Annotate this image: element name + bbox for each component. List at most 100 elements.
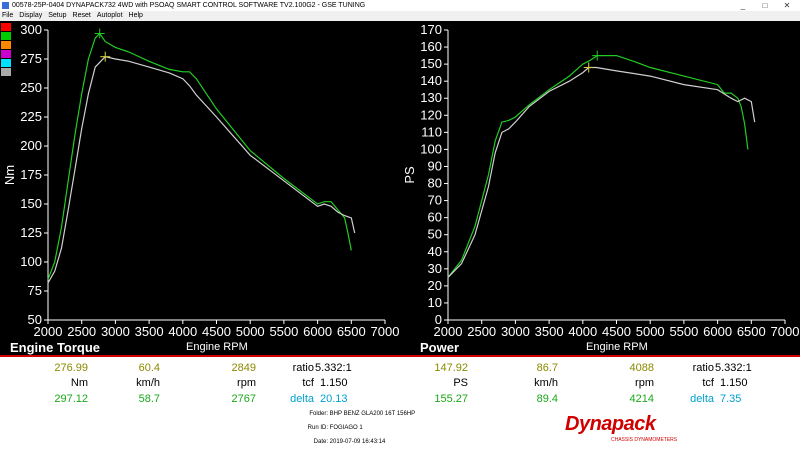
x-tick-label: 3500	[135, 324, 164, 339]
x-tick-label: 5500	[269, 324, 298, 339]
x-tick-label: 4500	[202, 324, 231, 339]
torque-tcf-value: 1.150	[320, 377, 348, 389]
x-tick-label: 3000	[101, 324, 130, 339]
date-row: Date: 2019-07-09 16:43:14	[252, 439, 386, 445]
power-panel-label: Power	[420, 340, 460, 355]
torque-speed: 60.4	[138, 362, 160, 374]
x-tick-label: 6500	[737, 324, 766, 339]
x-tick-label: 3000	[501, 324, 530, 339]
torque-ratio-value: 5.332:1	[315, 362, 352, 374]
y-tick-label: 30	[428, 261, 442, 276]
torque-tcf-label: tcf	[302, 377, 314, 389]
y-tick-label: 200	[20, 138, 42, 153]
y-tick-label: 75	[28, 283, 42, 298]
y-tick-label: 40	[428, 244, 442, 259]
torque-peak-speed: 58.7	[138, 393, 160, 405]
power-peak-speed: 89.4	[536, 393, 558, 405]
folder-row: Folder: BHP BENZ GLA200 16T 156HP	[252, 411, 415, 417]
minimize-button[interactable]: _	[732, 0, 754, 11]
power-chart-svg: 0102030405060708090100110120130140150160…	[402, 22, 800, 339]
y-tick-label: 100	[420, 141, 442, 156]
torque-unit: Nm	[70, 377, 88, 389]
x-tick-label: 4000	[568, 324, 597, 339]
x-tick-label: 7000	[771, 324, 800, 339]
torque-xlabel: Engine RPM	[186, 341, 248, 353]
power-peak-rpm: 4214	[629, 393, 654, 405]
x-tick-label: 2000	[34, 324, 63, 339]
y-axis-label: Nm	[2, 165, 17, 185]
run-value: FOGIAGO 1	[329, 425, 363, 431]
y-tick-label: 60	[428, 210, 442, 225]
y-tick-label: 300	[20, 22, 42, 37]
torque-ratio-label: ratio	[292, 362, 314, 374]
x-tick-label: 3500	[535, 324, 564, 339]
x-tick-label: 6000	[703, 324, 732, 339]
run-label: Run ID:	[307, 425, 328, 431]
y-tick-label: 10	[428, 295, 442, 310]
torque-rpm: 2849	[231, 362, 256, 374]
y-tick-label: 120	[420, 107, 442, 122]
y-tick-label: 80	[428, 176, 442, 191]
power-tcf-value: 1.150	[720, 377, 748, 389]
torque-chart: 50 75 100 125 150 175 200 225 250 275 300 2000 2500 3…	[0, 22, 400, 357]
torque-chart-svg: 50751001251501752002252502753002000 2500 3…	[2, 22, 400, 339]
torque-peak-value: 297.12	[54, 393, 88, 405]
power-ratio-value: 5.332:1	[715, 362, 752, 374]
menu-reset[interactable]: Reset	[73, 12, 91, 19]
y-tick-label: 125	[20, 225, 42, 240]
power-delta-value: 7.35	[720, 393, 742, 405]
power-ratio-label: ratio	[692, 362, 714, 374]
y-tick-label: 70	[428, 193, 442, 208]
power-peak-value: 155.27	[434, 393, 468, 405]
y-tick-label: 140	[420, 73, 442, 88]
series-line	[47, 56, 356, 284]
power-chart: 0 10 20 30 40 50 60 70 80 90 100 110 120 130 140 150 160…	[400, 22, 800, 357]
speed-unit: km/h	[136, 377, 160, 389]
y-tick-label: 90	[428, 158, 442, 173]
torque-delta-value: 20.13	[320, 393, 348, 405]
power-rpm: 4088	[629, 362, 654, 374]
power-speed: 86.7	[536, 362, 558, 374]
y-axis-label: PS	[402, 166, 417, 184]
power-xlabel: Engine RPM	[586, 341, 648, 353]
close-button[interactable]: ✕	[776, 0, 798, 11]
power-speed-unit: km/h	[534, 377, 558, 389]
menu-file[interactable]: File	[2, 12, 13, 19]
y-tick-label: 50	[428, 227, 442, 242]
dynapack-logo: Dynapack CHASSIS DYNAMOMETERS	[565, 413, 705, 449]
series-line	[47, 32, 352, 280]
y-tick-label: 130	[420, 90, 442, 105]
y-tick-label: 20	[428, 278, 442, 293]
x-tick-label: 6000	[303, 324, 332, 339]
date-value: 2019-07-09 16:43:14	[329, 439, 386, 445]
y-tick-label: 160	[420, 39, 442, 54]
rpm-unit: rpm	[237, 377, 256, 389]
x-tick-label: 7000	[371, 324, 400, 339]
torque-panel-label: Engine Torque	[10, 340, 101, 355]
maximize-button[interactable]: □	[754, 0, 776, 11]
menu-setup[interactable]: Setup	[48, 12, 66, 19]
y-tick-label: 250	[20, 80, 42, 95]
power-delta-label: delta	[690, 393, 714, 405]
date-label: Date:	[313, 439, 328, 445]
menu-help[interactable]: Help	[129, 12, 143, 19]
menu-display[interactable]: Display	[19, 12, 42, 19]
power-value: 147.92	[434, 362, 468, 374]
run-row: Run ID: FOGIAGO 1	[252, 425, 363, 431]
app-icon	[2, 2, 9, 9]
x-tick-label: 2500	[467, 324, 496, 339]
menu-bar: File Display Setup Reset Autoplot Help	[0, 11, 800, 21]
x-tick-label: 6500	[337, 324, 366, 339]
menu-autoplot[interactable]: Autoplot	[97, 12, 123, 19]
y-tick-label: 170	[420, 22, 442, 37]
x-tick-label: 5000	[636, 324, 665, 339]
power-rpm-unit: rpm	[635, 377, 654, 389]
power-unit: PS	[453, 377, 468, 389]
window-title: 00578-25P-0404 DYNAPACK732 4WD with PSOA…	[12, 2, 366, 9]
y-tick-label: 110	[421, 124, 442, 139]
y-tick-label: 150	[420, 56, 442, 71]
folder-label: Folder:	[309, 411, 328, 417]
x-tick-label: 2000	[434, 324, 463, 339]
logo-wordmark: Dynapack	[565, 413, 656, 435]
torque-peak-rpm: 2767	[231, 393, 256, 405]
